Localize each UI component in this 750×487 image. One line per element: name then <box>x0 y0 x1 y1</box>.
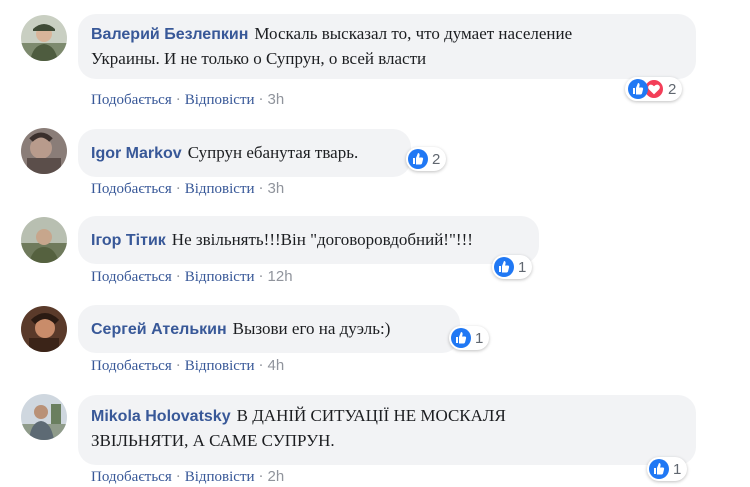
comment-actions: Подобається · Відповісти · 3h <box>91 180 284 198</box>
author-name[interactable]: Сергей Ателькин <box>91 321 227 338</box>
timestamp[interactable]: 4h <box>268 357 285 374</box>
comment-text-line2: ЗВІЛЬНЯТИ, А САМЕ СУПРУН. <box>91 431 335 450</box>
thumbs-up-icon <box>628 79 648 99</box>
comment-text: Москаль высказал то, что думает населени… <box>254 24 573 43</box>
separator: · <box>175 181 181 197</box>
thumbs-up-icon <box>408 149 428 169</box>
author-name[interactable]: Валерий Безлепкин <box>91 26 248 43</box>
comment-actions: Подобається · Відповісти · 12h <box>91 268 293 286</box>
author-name[interactable]: Igor Markov <box>91 145 182 162</box>
comment-actions: Подобається · Відповісти · 2h <box>91 468 284 486</box>
separator: · <box>175 469 181 485</box>
timestamp[interactable]: 3h <box>268 180 285 197</box>
reply-link[interactable]: Відповісти <box>185 92 255 108</box>
timestamp[interactable]: 3h <box>268 91 285 108</box>
comment-text-line2: Украины. И не только о Супрун, о всей вл… <box>91 49 427 68</box>
separator: · <box>258 358 264 374</box>
separator: · <box>175 358 181 374</box>
reaction-count: 2 <box>668 80 677 98</box>
separator: · <box>258 92 264 108</box>
reaction-summary[interactable]: 2 <box>406 147 447 171</box>
comment-text: В ДАНІЙ СИТУАЦІЇ НЕ МОСКАЛЯ <box>236 406 506 425</box>
avatar[interactable] <box>21 15 67 61</box>
reaction-count: 1 <box>475 329 484 347</box>
reply-link[interactable]: Відповісти <box>185 181 255 197</box>
separator: · <box>258 469 264 485</box>
timestamp[interactable]: 12h <box>268 268 293 285</box>
comment-text: Вызови его на дуэль:) <box>232 319 391 338</box>
thumbs-up-icon <box>494 257 514 277</box>
timestamp[interactable]: 2h <box>268 468 285 485</box>
reply-link[interactable]: Відповісти <box>185 469 255 485</box>
thumbs-up-icon <box>649 459 669 479</box>
thumbs-up-icon <box>451 328 471 348</box>
like-link[interactable]: Подобається <box>91 358 172 374</box>
comment-bubble: Сергей Ателькин Вызови его на дуэль:) <box>78 305 460 353</box>
reaction-summary[interactable]: 2 <box>625 77 683 101</box>
author-name[interactable]: Ігор Тітик <box>91 232 166 249</box>
comment-text: Супрун ебанутая тварь. <box>187 143 359 162</box>
separator: · <box>175 269 181 285</box>
reaction-count: 1 <box>518 258 527 276</box>
like-link[interactable]: Подобається <box>91 469 172 485</box>
reaction-count: 2 <box>432 150 441 168</box>
separator: · <box>175 92 181 108</box>
avatar[interactable] <box>21 128 67 174</box>
avatar[interactable] <box>21 217 67 263</box>
reply-link[interactable]: Відповісти <box>185 269 255 285</box>
comment-actions: Подобається · Відповісти · 3h <box>91 91 284 109</box>
comment-actions: Подобається · Відповісти · 4h <box>91 357 284 375</box>
avatar[interactable] <box>21 394 67 440</box>
comment-bubble: Mikola Holovatsky В ДАНІЙ СИТУАЦІЇ НЕ МОС… <box>78 395 696 465</box>
comment-bubble: Ігор Тітик Не звільнять!!!Він "договоровд… <box>78 216 539 264</box>
reaction-summary[interactable]: 1 <box>647 457 688 481</box>
comment-text: Не звільнять!!!Він "договоровдобний!"!!! <box>171 230 473 249</box>
like-link[interactable]: Подобається <box>91 269 172 285</box>
like-link[interactable]: Подобається <box>91 92 172 108</box>
reply-link[interactable]: Відповісти <box>185 358 255 374</box>
separator: · <box>258 181 264 197</box>
reaction-summary[interactable]: 1 <box>449 326 490 350</box>
like-link[interactable]: Подобається <box>91 181 172 197</box>
author-name[interactable]: Mikola Holovatsky <box>91 408 231 425</box>
avatar[interactable] <box>21 306 67 352</box>
reaction-summary[interactable]: 1 <box>492 255 533 279</box>
comment-bubble: Igor Markov Супрун ебанутая тварь. <box>78 129 411 177</box>
separator: · <box>258 269 264 285</box>
comment-bubble: Валерий Безлепкин Москаль высказал то, чт… <box>78 14 696 79</box>
reaction-count: 1 <box>673 460 682 478</box>
